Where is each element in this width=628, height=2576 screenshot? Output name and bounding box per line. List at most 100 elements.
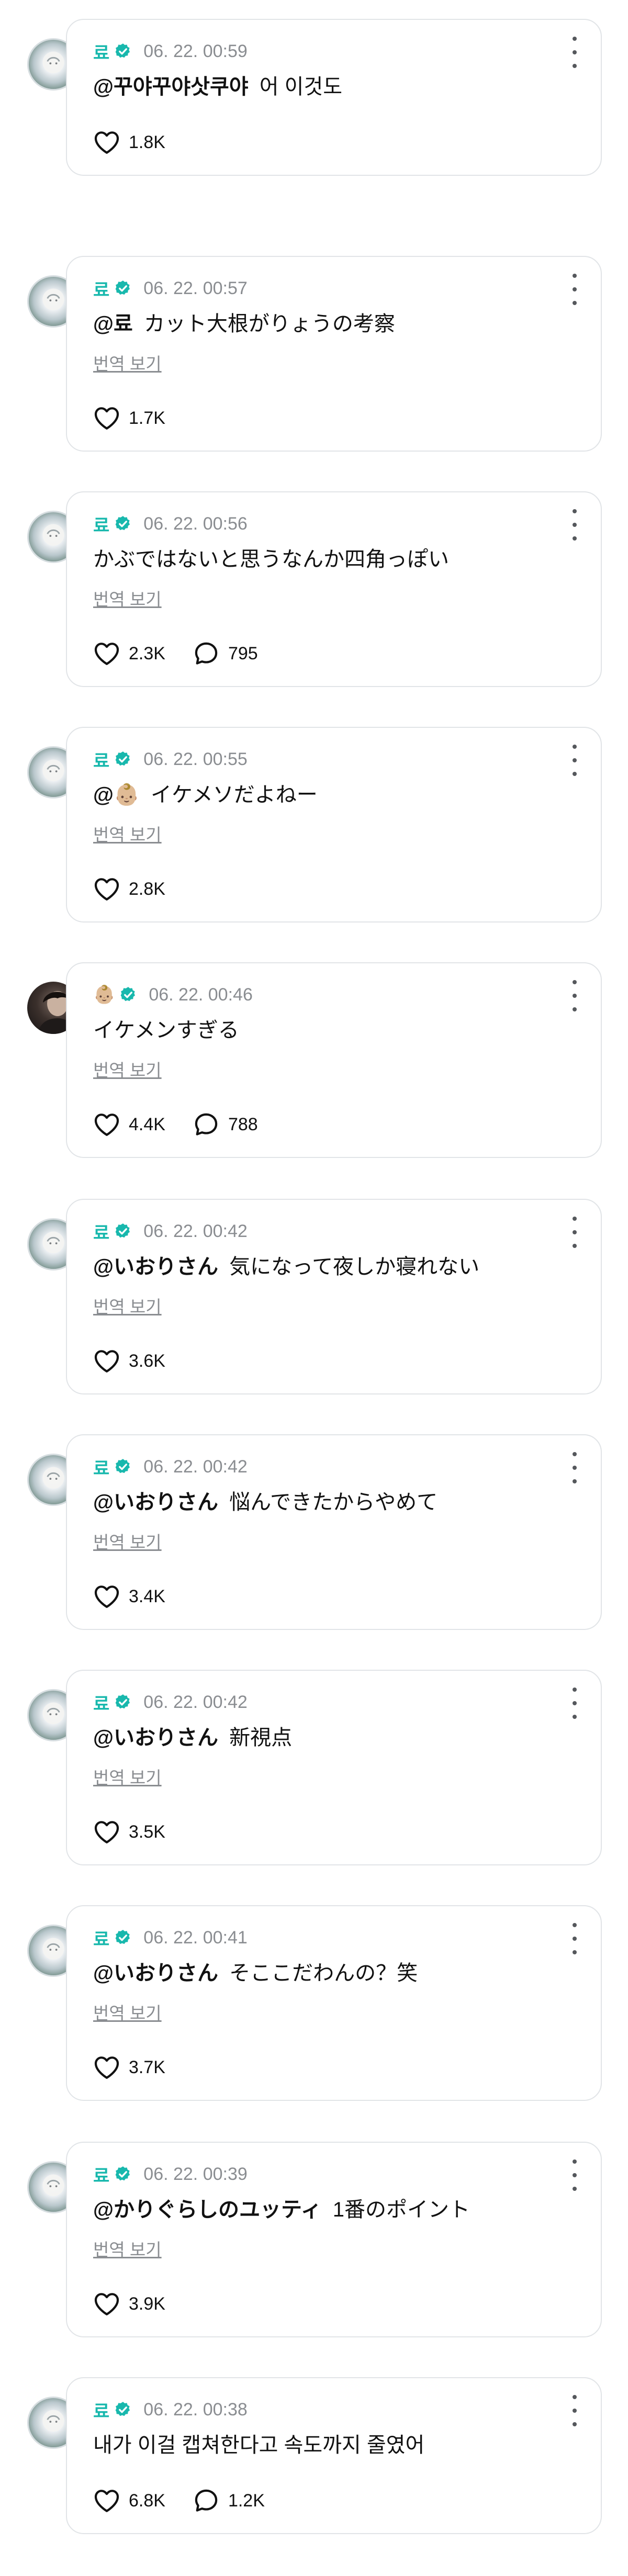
timestamp: 06. 22. 00:38 xyxy=(143,2399,248,2420)
comment-card: 료 06. 22. 00:41 @いおりさん そここだわんの？笑 번역 보기 3… xyxy=(66,1905,602,2101)
like-button[interactable]: 2.3K xyxy=(92,639,165,668)
translate-link[interactable]: 번역 보기 xyxy=(93,1528,162,1554)
verified-badge-icon xyxy=(119,986,137,1004)
verified-badge-icon xyxy=(114,1222,132,1240)
reply-button[interactable]: 788 xyxy=(192,1110,258,1139)
comment-text: @꾸야꾸야삿쿠야 어 이것도 xyxy=(93,72,342,102)
heart-outline-icon xyxy=(94,407,119,430)
like-count: 2.3K xyxy=(129,643,165,663)
more-options-icon[interactable] xyxy=(569,274,580,305)
speech-bubble-icon xyxy=(195,2489,218,2512)
comment-meta: 료 06. 22. 00:55 xyxy=(93,748,248,771)
comment-card: 료 06. 22. 00:56 かぶではないと思うなんか四角っぽい 번역 보기 … xyxy=(66,491,602,687)
more-options-icon[interactable] xyxy=(569,1923,580,1954)
comment-post: 료 06. 22. 00:42 @いおりさん 気になって夜しか寝れない 번역 보… xyxy=(0,1199,628,1398)
action-bar: 3.7K xyxy=(92,2052,192,2083)
mention[interactable]: @かりぐらしのユッティ xyxy=(93,2198,322,2221)
like-button[interactable]: 6.8K xyxy=(92,2486,165,2515)
more-options-icon[interactable] xyxy=(569,509,580,541)
like-button[interactable]: 4.4K xyxy=(92,1110,165,1139)
comment-body: イケメソだよねー xyxy=(150,783,318,806)
comment-body: 新視点 xyxy=(229,1726,293,1749)
comment-meta: 료 06. 22. 00:41 xyxy=(93,1925,248,1951)
more-options-icon[interactable] xyxy=(569,37,580,68)
author-name[interactable]: 료 xyxy=(93,1454,110,1480)
verified-badge-icon xyxy=(114,1693,132,1711)
comment-meta: 료 06. 22. 00:57 xyxy=(93,277,248,300)
timestamp: 06. 22. 00:57 xyxy=(143,278,248,298)
like-button[interactable]: 3.9K xyxy=(92,2289,165,2319)
like-button[interactable]: 1.8K xyxy=(92,128,165,157)
translate-link[interactable]: 번역 보기 xyxy=(93,1999,162,2024)
mention[interactable]: @いおりさん xyxy=(93,1255,218,1278)
like-button[interactable]: 3.6K xyxy=(92,1346,165,1376)
like-count: 6.8K xyxy=(129,2490,165,2511)
author-name[interactable]: 👶🏼 xyxy=(93,984,115,1005)
comment-card: 👶🏼 06. 22. 00:46 イケメンすぎる 번역 보기 4.4K 788 xyxy=(66,962,602,1158)
author-name[interactable]: 료 xyxy=(93,1219,110,1244)
comment-text: イケメンすぎる xyxy=(93,1016,239,1045)
action-bar: 6.8K 1.2K xyxy=(92,2485,291,2516)
like-button[interactable]: 3.4K xyxy=(92,1582,165,1611)
translate-link[interactable]: 번역 보기 xyxy=(93,1293,162,1318)
author-name[interactable]: 료 xyxy=(93,39,110,64)
like-button[interactable]: 1.7K xyxy=(92,403,165,433)
mention[interactable]: @👶🏼 xyxy=(93,783,140,806)
more-options-icon[interactable] xyxy=(569,1217,580,1248)
like-button[interactable]: 2.8K xyxy=(92,874,165,904)
mention[interactable]: @いおりさん xyxy=(93,1491,218,1514)
translate-link[interactable]: 번역 보기 xyxy=(93,821,162,846)
comment-meta: 료 06. 22. 00:59 xyxy=(93,40,248,63)
author-name[interactable]: 료 xyxy=(93,2397,110,2423)
verified-badge-icon xyxy=(114,2401,132,2418)
more-options-icon[interactable] xyxy=(569,1452,580,1483)
comment-meta: 료 06. 22. 00:38 xyxy=(93,2397,248,2423)
more-options-icon[interactable] xyxy=(569,2159,580,2191)
comment-post: 료 06. 22. 00:41 @いおりさん そここだわんの？笑 번역 보기 3… xyxy=(0,1905,628,2104)
like-button[interactable]: 3.5K xyxy=(92,1817,165,1847)
translate-link[interactable]: 번역 보기 xyxy=(93,586,162,611)
mention[interactable]: @いおりさん xyxy=(93,1962,218,1985)
more-options-icon[interactable] xyxy=(569,745,580,776)
speech-bubble-icon xyxy=(195,642,218,665)
mention[interactable]: @료 xyxy=(93,312,133,335)
heart-outline-icon xyxy=(94,2293,119,2315)
comment-post: 료 06. 22. 00:56 かぶではないと思うなんか四角っぽい 번역 보기 … xyxy=(0,491,628,690)
mention[interactable]: @꾸야꾸야삿쿠야 xyxy=(93,75,249,98)
author-name[interactable]: 료 xyxy=(93,2162,110,2187)
reply-button[interactable]: 795 xyxy=(192,639,258,668)
speech-bubble-icon xyxy=(195,1113,218,1135)
heart-outline-icon xyxy=(94,643,119,665)
author-name[interactable]: 료 xyxy=(93,276,110,301)
more-options-icon[interactable] xyxy=(569,2395,580,2426)
timestamp: 06. 22. 00:56 xyxy=(143,513,248,534)
comment-body: カット大根がりょうの考察 xyxy=(143,312,395,335)
mention[interactable]: @いおりさん xyxy=(93,1726,218,1749)
more-options-icon[interactable] xyxy=(569,1688,580,1719)
translate-link[interactable]: 번역 보기 xyxy=(93,2236,162,2261)
like-count: 2.8K xyxy=(129,879,165,899)
like-count: 3.7K xyxy=(129,2057,165,2077)
translate-link[interactable]: 번역 보기 xyxy=(93,1764,162,1789)
reply-button[interactable]: 1.2K xyxy=(192,2486,265,2515)
verified-badge-icon xyxy=(114,2165,132,2183)
comment-card: 료 06. 22. 00:57 @료 カット大根がりょうの考察 번역 보기 1.… xyxy=(66,256,602,452)
author-name[interactable]: 료 xyxy=(93,1925,110,1951)
comment-card: 료 06. 22. 00:42 @いおりさん 新視点 번역 보기 3.5K xyxy=(66,1670,602,1865)
heart-outline-icon xyxy=(94,2056,119,2079)
timestamp: 06. 22. 00:55 xyxy=(143,749,248,769)
like-count: 3.4K xyxy=(129,1586,165,1606)
comment-text: @료 カット大根がりょうの考察 xyxy=(93,309,395,339)
translate-link[interactable]: 번역 보기 xyxy=(93,1056,162,1082)
comment-body: 어 이것도 xyxy=(259,75,343,98)
action-bar: 1.8K xyxy=(92,127,192,158)
comment-post: 료 06. 22. 00:42 @いおりさん 悩んできたからやめて 번역 보기 … xyxy=(0,1434,628,1633)
comment-card: 료 06. 22. 00:39 @かりぐらしのユッティ 1番のポイント 번역 보… xyxy=(66,2142,602,2337)
author-name[interactable]: 료 xyxy=(93,747,110,772)
like-button[interactable]: 3.7K xyxy=(92,2053,165,2082)
author-name[interactable]: 료 xyxy=(93,511,110,537)
author-name[interactable]: 료 xyxy=(93,1690,110,1715)
translate-link[interactable]: 번역 보기 xyxy=(93,350,162,375)
comment-post: 료 06. 22. 00:39 @かりぐらしのユッティ 1番のポイント 번역 보… xyxy=(0,2142,628,2341)
more-options-icon[interactable] xyxy=(569,980,580,1011)
